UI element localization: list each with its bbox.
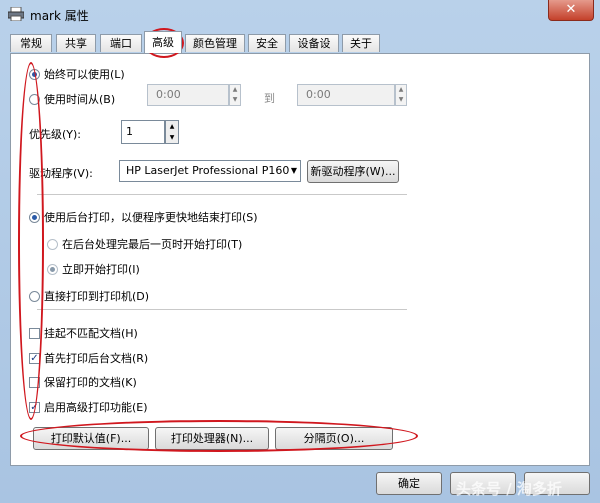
spool-option[interactable]: 使用后台打印，以便程序更快地结束打印(S)	[29, 209, 258, 225]
tab-ports[interactable]: 端口	[100, 34, 142, 52]
close-icon: ✕	[565, 2, 577, 17]
advanced-features-option[interactable]: ✓ 启用高级打印功能(E)	[29, 399, 148, 415]
available-from-radio[interactable]	[29, 93, 40, 105]
driver-select[interactable]: HP LaserJet Professional P160 ▼	[119, 160, 301, 182]
start-immediately-option[interactable]: 立即开始打印(I)	[47, 261, 140, 277]
start-immediately-radio[interactable]	[47, 263, 58, 275]
divider	[37, 309, 407, 310]
properties-window: mark 属性 ✕ 常规 共享 端口 高级 颜色管理 安全 设备设置 关于 始终…	[0, 0, 600, 503]
from-time-stepper[interactable]: ▲ ▼	[229, 84, 241, 106]
watermark-subtitle: 头条号 / 淘多折	[456, 480, 562, 498]
start-immediately-label: 立即开始打印(I)	[62, 263, 140, 276]
spool-label: 使用后台打印，以便程序更快地结束打印(S)	[44, 211, 258, 224]
print-processor-button[interactable]: 打印处理器(N)...	[155, 427, 269, 450]
print-spooled-first-option[interactable]: ✓ 首先打印后台文档(R)	[29, 350, 148, 366]
advanced-features-checkbox[interactable]: ✓	[29, 401, 40, 413]
driver-select-value: HP LaserJet Professional P160	[126, 164, 290, 177]
print-direct-option[interactable]: 直接打印到打印机(D)	[29, 288, 149, 304]
keep-printed-checkbox[interactable]	[29, 376, 40, 388]
tab-security[interactable]: 安全	[248, 34, 286, 52]
printing-defaults-button[interactable]: 打印默认值(F)...	[33, 427, 149, 450]
from-time-field[interactable]: 0:00	[147, 84, 229, 106]
always-available-option[interactable]: 始终可以使用(L)	[29, 66, 125, 82]
hold-mismatched-checkbox[interactable]	[29, 327, 40, 339]
always-available-label: 始终可以使用(L)	[44, 68, 125, 81]
chevron-down-icon: ▼	[290, 166, 297, 175]
driver-label: 驱动程序(V):	[29, 167, 93, 180]
print-spooled-first-checkbox[interactable]: ✓	[29, 352, 40, 364]
always-available-radio[interactable]	[29, 68, 40, 80]
close-button[interactable]: ✕	[548, 0, 594, 21]
window-title: mark 属性	[30, 9, 89, 23]
advanced-features-label: 启用高级打印功能(E)	[44, 401, 148, 414]
title-bar: mark 属性 ✕	[0, 0, 600, 30]
to-label: 到	[264, 92, 275, 105]
to-time-stepper[interactable]: ▲ ▼	[395, 84, 407, 106]
watermark-title: 路由器	[462, 442, 535, 467]
print-spooled-first-label: 首先打印后台文档(R)	[44, 352, 149, 365]
to-time-field[interactable]: 0:00	[297, 84, 395, 106]
available-from-label: 使用时间从(B)	[44, 93, 116, 106]
keep-printed-option[interactable]: 保留打印的文档(K)	[29, 374, 137, 390]
priority-label: 优先级(Y):	[29, 128, 82, 141]
tab-general[interactable]: 常规	[10, 34, 52, 52]
tab-about[interactable]: 关于	[342, 34, 380, 52]
separator-page-button[interactable]: 分隔页(O)...	[275, 427, 393, 450]
spool-radio[interactable]	[29, 211, 40, 223]
new-driver-button[interactable]: 新驱动程序(W)...	[307, 160, 399, 183]
tab-sharing[interactable]: 共享	[56, 34, 96, 52]
tab-color-management[interactable]: 颜色管理	[185, 34, 245, 52]
start-after-last-page-label: 在后台处理完最后一页时开始打印(T)	[62, 238, 243, 251]
print-direct-radio[interactable]	[29, 290, 40, 302]
hold-mismatched-option[interactable]: 挂起不匹配文档(H)	[29, 325, 138, 341]
divider	[37, 194, 407, 195]
print-direct-label: 直接打印到打印机(D)	[44, 290, 150, 303]
keep-printed-label: 保留打印的文档(K)	[44, 376, 137, 389]
advanced-panel: 始终可以使用(L) 使用时间从(B) 0:00 ▲ ▼ 到 0:00 ▲ ▼ 优先级…	[10, 53, 590, 466]
start-after-last-page-option[interactable]: 在后台处理完最后一页时开始打印(T)	[47, 236, 242, 252]
tab-advanced[interactable]: 高级	[144, 31, 182, 53]
available-from-option[interactable]: 使用时间从(B)	[29, 91, 115, 107]
printer-icon	[8, 7, 24, 21]
start-after-last-page-radio[interactable]	[47, 238, 58, 250]
priority-input[interactable]: 1	[121, 120, 165, 144]
ok-button[interactable]: 确定	[376, 472, 442, 495]
tab-device-settings[interactable]: 设备设置	[289, 34, 339, 68]
hold-mismatched-label: 挂起不匹配文档(H)	[44, 327, 138, 340]
priority-stepper[interactable]: ▲ ▼	[165, 120, 179, 144]
